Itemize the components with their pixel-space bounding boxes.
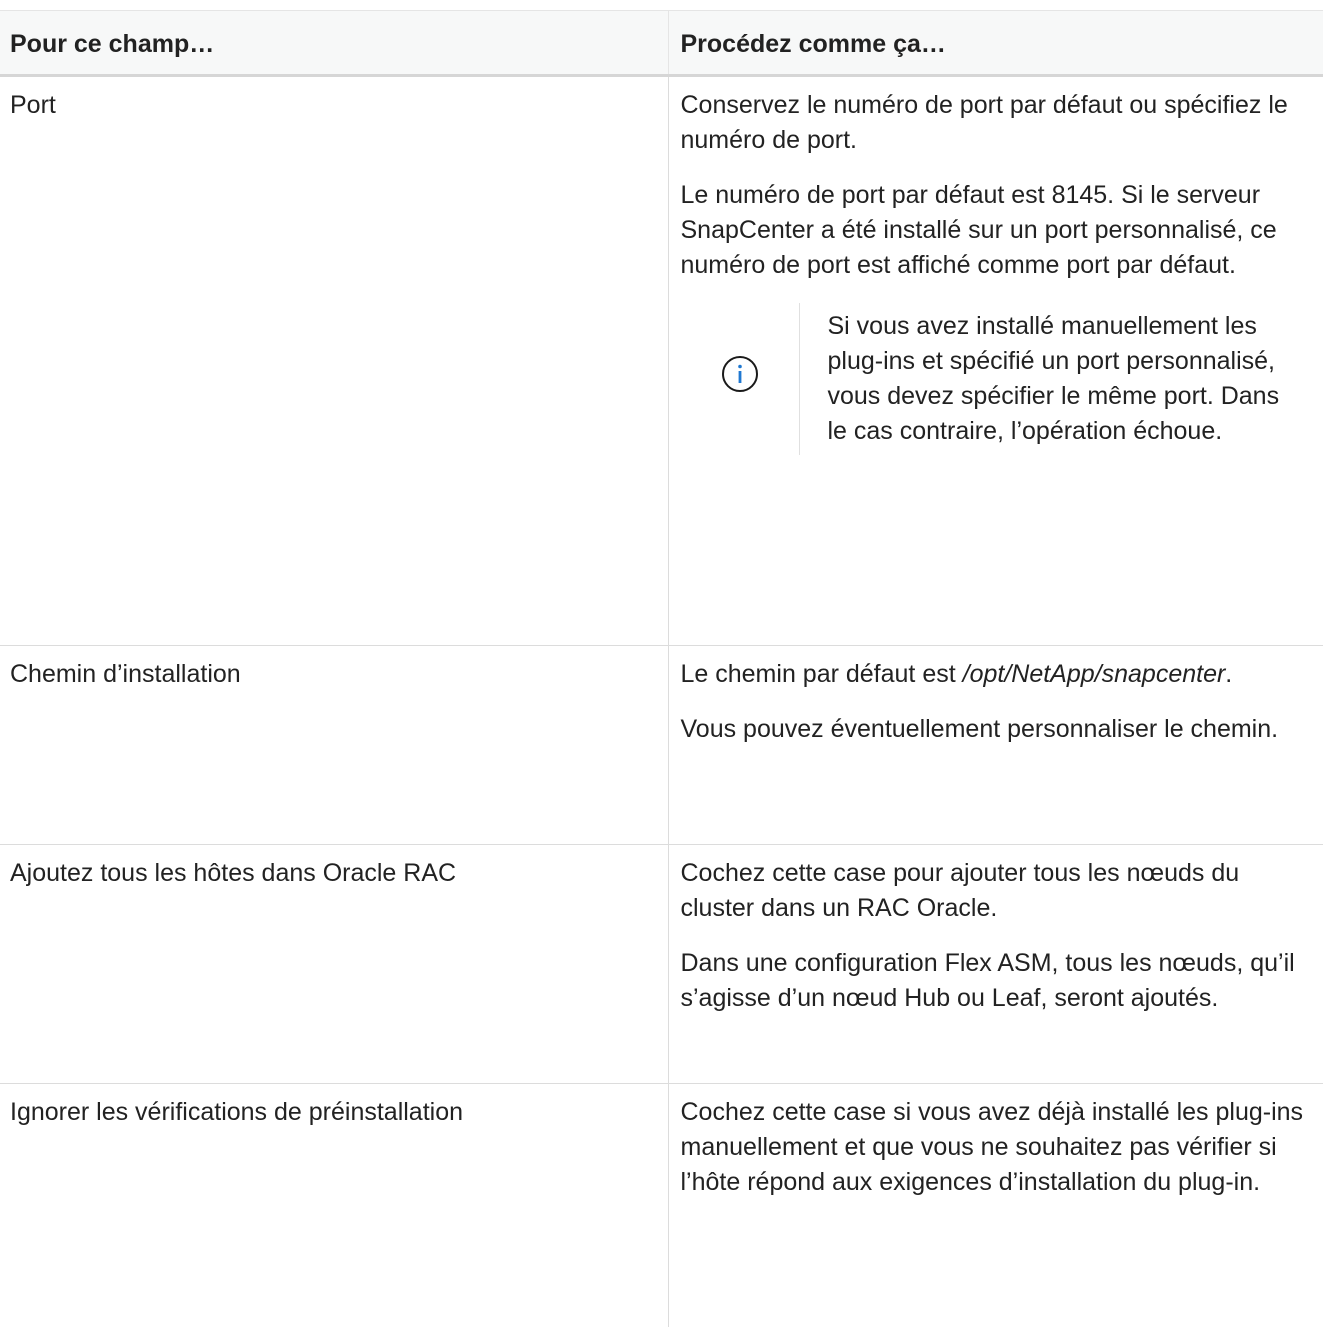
install-path-suffix: . bbox=[1225, 660, 1232, 688]
header-action: Procédez comme ça… bbox=[668, 11, 1323, 76]
note-icon-cell bbox=[681, 303, 800, 455]
table-row-install-path: Chemin d’installation Le chemin par défa… bbox=[0, 646, 1323, 845]
action-cell-install-path: Le chemin par défaut est /opt/NetApp/sna… bbox=[668, 646, 1323, 845]
install-path-value: /opt/NetApp/snapcenter bbox=[963, 660, 1226, 688]
action-cell-port: Conservez le numéro de port par défaut o… bbox=[668, 76, 1323, 646]
action-cell-oracle-rac: Cochez cette case pour ajouter tous les … bbox=[668, 845, 1323, 1084]
info-circle-icon bbox=[720, 354, 760, 404]
port-note: Si vous avez installé manuellement les p… bbox=[681, 303, 1312, 455]
field-cell-port: Port bbox=[0, 76, 668, 646]
table-row-skip-checks: Ignorer les vérifications de préinstalla… bbox=[0, 1084, 1323, 1327]
install-path-custom: Vous pouvez éventuellement personnaliser… bbox=[681, 712, 1312, 747]
oracle-rac-description: Cochez cette case pour ajouter tous les … bbox=[681, 856, 1312, 926]
install-path-default: Le chemin par défaut est /opt/NetApp/sna… bbox=[681, 657, 1312, 692]
action-cell-skip-checks: Cochez cette case si vous avez déjà inst… bbox=[668, 1084, 1323, 1327]
header-field: Pour ce champ… bbox=[0, 11, 668, 76]
skip-checks-description: Cochez cette case si vous avez déjà inst… bbox=[681, 1095, 1312, 1200]
field-cell-skip-checks: Ignorer les vérifications de préinstalla… bbox=[0, 1084, 668, 1327]
install-path-prefix: Le chemin par défaut est bbox=[681, 660, 963, 688]
field-cell-install-path: Chemin d’installation bbox=[0, 646, 668, 845]
field-cell-oracle-rac: Ajoutez tous les hôtes dans Oracle RAC bbox=[0, 845, 668, 1084]
port-description: Conservez le numéro de port par défaut o… bbox=[681, 88, 1312, 158]
port-default-description: Le numéro de port par défaut est 8145. S… bbox=[681, 178, 1312, 283]
oracle-rac-flex-asm: Dans une configuration Flex ASM, tous le… bbox=[681, 946, 1312, 1016]
port-note-text: Si vous avez installé manuellement les p… bbox=[800, 303, 1298, 455]
table-header-row: Pour ce champ… Procédez comme ça… bbox=[0, 11, 1323, 76]
table-row-port: Port Conservez le numéro de port par déf… bbox=[0, 76, 1323, 646]
table-row-oracle-rac: Ajoutez tous les hôtes dans Oracle RAC C… bbox=[0, 845, 1323, 1084]
settings-table: Pour ce champ… Procédez comme ça… Port C… bbox=[0, 10, 1323, 1327]
